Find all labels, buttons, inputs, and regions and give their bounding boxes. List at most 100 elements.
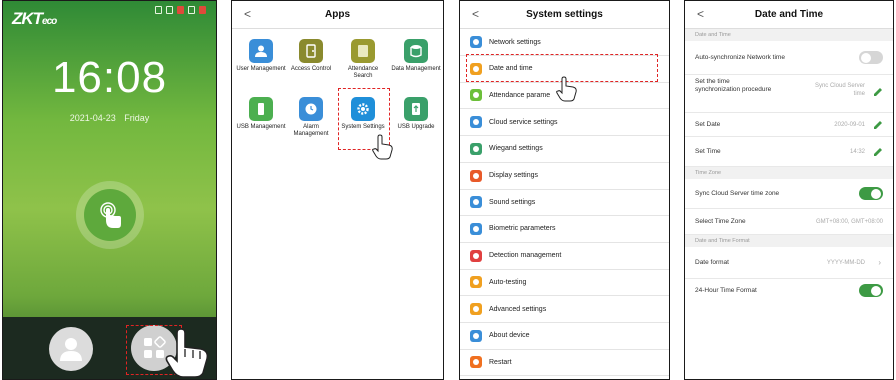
settings-item[interactable]: Restart	[460, 349, 669, 377]
settings-item[interactable]: Detection management	[460, 243, 669, 270]
page-title: Apps	[325, 9, 350, 20]
edit-pencil-icon[interactable]	[873, 87, 883, 97]
auto-sync-label: Auto-synchronize Network time	[695, 54, 785, 61]
pointing-hand-icon	[556, 76, 577, 102]
settings-item-label: Biometric parameters	[489, 225, 556, 233]
section-date-time-format: Date and Time Format	[685, 235, 893, 247]
settings-item-label: Auto-testing	[489, 278, 527, 286]
settings-item[interactable]: Biometric parameters	[460, 216, 669, 243]
settings-item-icon	[470, 36, 482, 48]
attendance-search-icon	[351, 39, 375, 63]
page-title: Date and Time	[754, 9, 824, 20]
app-label: User Management	[236, 66, 286, 72]
settings-item-icon	[470, 89, 482, 102]
clock-time: 16:08	[51, 53, 168, 102]
sync-timezone-row[interactable]: Sync Cloud Server time zone	[685, 179, 893, 209]
settings-item[interactable]: Cloud service settings	[460, 109, 669, 137]
verify-button[interactable]	[76, 181, 144, 249]
app-attendance-search[interactable]: Attendance Search	[338, 39, 388, 80]
settings-item-icon	[470, 329, 482, 342]
settings-item-label: About device	[489, 332, 530, 340]
set-time-value: 14:32	[849, 149, 865, 155]
date-format-value: YYYY-MM-DD	[826, 260, 865, 266]
date-format-row[interactable]: Date format YYYY-MM-DD ›	[685, 247, 893, 279]
home-screen-panel: ZKTeco 16:08 2021-04-23 Friday	[2, 0, 217, 380]
pointing-hand-icon	[165, 328, 209, 378]
auto-sync-row[interactable]: Auto-synchronize Network time	[685, 41, 893, 75]
usb-management-icon	[249, 97, 273, 121]
network-status-icon	[155, 6, 162, 14]
settings-item-label: Sound settings	[489, 198, 536, 206]
alarm-clock-icon	[299, 97, 323, 121]
sync-timezone-label: Sync Cloud Server time zone	[695, 190, 780, 197]
edit-pencil-icon[interactable]	[873, 120, 883, 130]
alarm-status-icon	[177, 6, 184, 14]
status-icons	[155, 6, 206, 14]
date-time-header: < Date and Time	[685, 1, 893, 29]
settings-item-icon	[470, 142, 482, 155]
settings-item[interactable]: About device	[460, 323, 669, 350]
app-label: Data Management	[391, 66, 441, 72]
app-label: USB Upgrade	[397, 124, 435, 130]
settings-item[interactable]: Display settings	[460, 163, 669, 190]
settings-item[interactable]: Wiegand settings	[460, 136, 669, 163]
set-time-row[interactable]: Set Time 14:32	[685, 137, 893, 167]
sync-procedure-value: Sync Cloud Server time	[814, 83, 865, 97]
usb-upgrade-icon	[404, 97, 428, 121]
system-settings-header: < System settings	[460, 1, 669, 29]
user-button[interactable]	[49, 327, 93, 371]
app-alarm-management[interactable]: Alarm Management	[286, 97, 336, 138]
page-title: System settings	[526, 9, 603, 20]
select-timezone-value: GMT+08:00, GMT+08:00	[815, 219, 883, 225]
settings-item-label: Network settings	[489, 38, 541, 46]
app-user-management[interactable]: User Management	[236, 39, 286, 73]
system-settings-panel: < System settings Network settings Date a…	[459, 0, 670, 380]
sync-procedure-row[interactable]: Set the time synchronization procedure S…	[685, 75, 893, 113]
hour24-row[interactable]: 24-Hour Time Format	[685, 279, 893, 305]
settings-item[interactable]: Network settings	[460, 29, 669, 56]
mail-status-icon	[188, 6, 195, 14]
edit-pencil-icon[interactable]	[873, 147, 883, 157]
settings-item-label: Wiegand settings	[489, 145, 543, 153]
app-label: Access Control	[290, 66, 332, 72]
settings-item-icon	[470, 196, 482, 209]
settings-item[interactable]: Auto-testing	[460, 269, 669, 297]
settings-item-icon	[470, 356, 482, 369]
apps-header: < Apps	[232, 1, 443, 29]
cloud-status-icon	[199, 6, 206, 14]
settings-item-icon	[470, 303, 482, 315]
set-time-label: Set Time	[695, 148, 721, 155]
settings-item-icon	[470, 222, 482, 235]
date-format-label: Date format	[695, 259, 729, 266]
set-date-value: 2020-09-01	[834, 122, 865, 128]
settings-item-icon	[470, 116, 482, 129]
zkteco-logo: ZKTeco	[12, 9, 57, 28]
fingerprint-touch-icon	[84, 189, 136, 241]
settings-item-label: Attendance parame	[489, 91, 551, 99]
set-date-row[interactable]: Set Date 2020-09-01	[685, 113, 893, 137]
settings-item-icon	[470, 169, 482, 182]
select-timezone-label: Select Time Zone	[695, 218, 746, 225]
settings-item-label: Restart	[489, 358, 512, 366]
settings-item[interactable]: Sound settings	[460, 189, 669, 217]
auto-sync-toggle[interactable]	[859, 51, 883, 64]
hour24-toggle[interactable]	[859, 284, 883, 297]
sync-timezone-toggle[interactable]	[859, 187, 883, 200]
usb-status-icon	[166, 6, 173, 14]
select-timezone-row[interactable]: Select Time Zone GMT+08:00, GMT+08:00	[685, 209, 893, 235]
set-date-label: Set Date	[695, 121, 721, 128]
app-access-control[interactable]: Access Control	[286, 39, 336, 73]
settings-item-label: Detection management	[489, 252, 562, 260]
chevron-right-icon: ›	[878, 258, 881, 267]
settings-item-label: Display settings	[489, 172, 539, 179]
date-and-time-panel: < Date and Time Date and Time Auto-synch…	[684, 0, 894, 380]
settings-item-label: Cloud service settings	[489, 118, 558, 126]
settings-item-icon	[470, 249, 482, 262]
section-date-time: Date and Time	[685, 29, 893, 41]
settings-item[interactable]: Advanced settings	[460, 296, 669, 323]
app-usb-management[interactable]: USB Management	[236, 97, 286, 131]
app-label: Attendance Search	[347, 66, 379, 79]
app-data-management[interactable]: Data Management	[391, 39, 441, 73]
app-usb-upgrade[interactable]: USB Upgrade	[391, 97, 441, 131]
apps-panel: < Apps User Management Access Control At…	[231, 0, 444, 380]
